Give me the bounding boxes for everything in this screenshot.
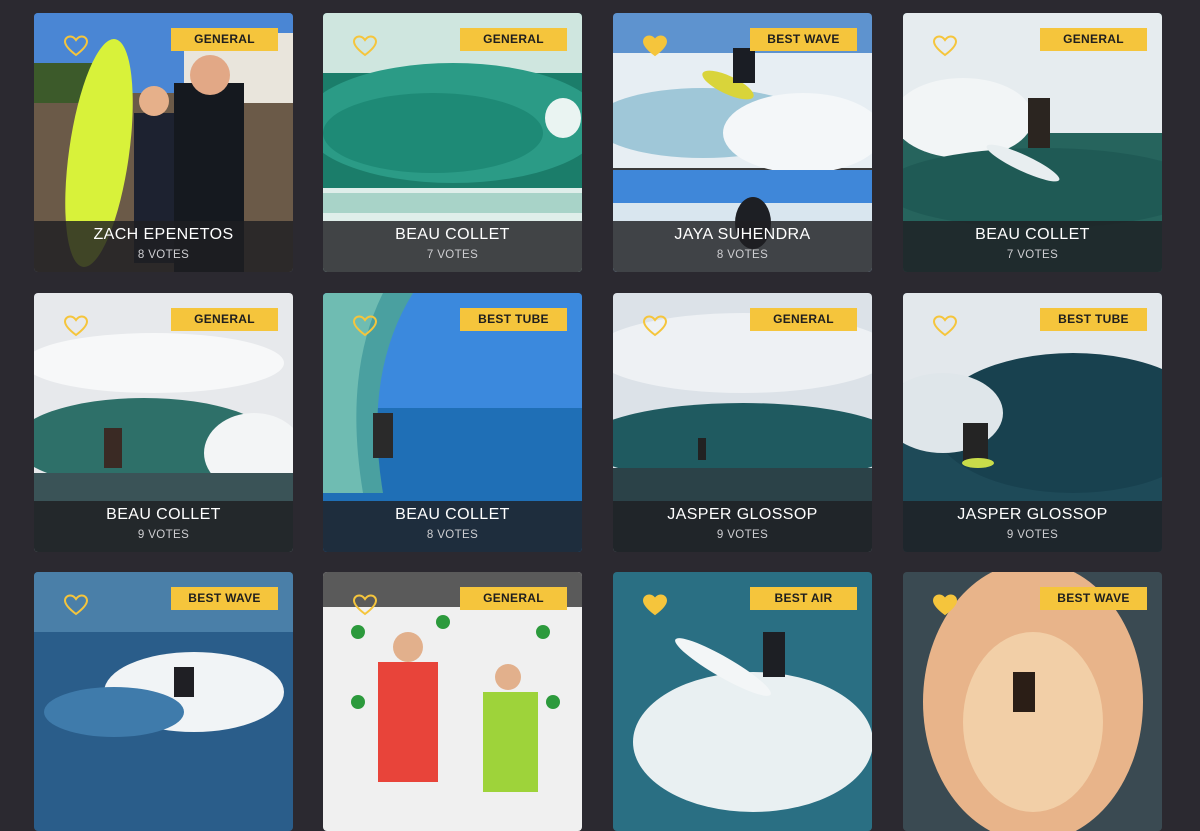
category-badge: BEST WAVE — [750, 28, 857, 51]
entry-card[interactable]: BEST TUBE JASPER GLOSSOP 9 VOTES — [903, 293, 1162, 552]
heart-icon[interactable] — [643, 594, 667, 616]
entry-card[interactable]: GENERAL BEAU COLLET 7 VOTES — [903, 13, 1162, 272]
category-badge: BEST TUBE — [1040, 308, 1147, 331]
entry-card[interactable]: BEST WAVE — [903, 572, 1162, 831]
entry-card[interactable]: GENERAL BEAU COLLET 7 VOTES — [323, 13, 582, 272]
entry-card[interactable]: BEST TUBE BEAU COLLET 8 VOTES — [323, 293, 582, 552]
vote-count: 9 VOTES — [716, 529, 769, 541]
entries-grid: GENERAL ZACH EPENETOS 8 VOTES GENERAL BE… — [0, 0, 1200, 831]
entry-caption: BEAU COLLET 9 VOTES — [34, 501, 293, 552]
vote-count: 9 VOTES — [137, 529, 190, 541]
entry-caption: BEAU COLLET 7 VOTES — [903, 221, 1162, 272]
entry-card[interactable]: GENERAL ZACH EPENETOS 8 VOTES — [34, 13, 293, 272]
heart-icon[interactable] — [353, 594, 377, 616]
surfer-name: ZACH EPENETOS — [93, 226, 234, 243]
category-badge: BEST WAVE — [171, 587, 278, 610]
surfer-name: BEAU COLLET — [106, 506, 221, 523]
heart-icon[interactable] — [933, 35, 957, 57]
heart-icon[interactable] — [64, 594, 88, 616]
surfer-name: BEAU COLLET — [395, 506, 510, 523]
category-badge: GENERAL — [460, 28, 567, 51]
surfer-name: JASPER GLOSSOP — [667, 506, 818, 523]
category-badge: GENERAL — [171, 308, 278, 331]
heart-icon[interactable] — [353, 35, 377, 57]
entry-caption: JASPER GLOSSOP 9 VOTES — [903, 501, 1162, 552]
vote-count: 7 VOTES — [426, 249, 479, 261]
entry-card[interactable]: GENERAL — [323, 572, 582, 831]
entry-card[interactable]: GENERAL JASPER GLOSSOP 9 VOTES — [613, 293, 872, 552]
category-badge: GENERAL — [750, 308, 857, 331]
category-badge: BEST WAVE — [1040, 587, 1147, 610]
heart-icon[interactable] — [933, 315, 957, 337]
surfer-name: BEAU COLLET — [975, 226, 1090, 243]
category-badge: BEST TUBE — [460, 308, 567, 331]
vote-count: 7 VOTES — [1006, 249, 1059, 261]
surfer-name: JAYA SUHENDRA — [674, 226, 811, 243]
vote-count: 8 VOTES — [716, 249, 769, 261]
entry-card[interactable]: BEST AIR — [613, 572, 872, 831]
surfer-name: BEAU COLLET — [395, 226, 510, 243]
entry-caption: BEAU COLLET 7 VOTES — [323, 221, 582, 272]
category-badge: BEST AIR — [750, 587, 857, 610]
surfer-name: JASPER GLOSSOP — [957, 506, 1108, 523]
entry-caption: BEAU COLLET 8 VOTES — [323, 501, 582, 552]
heart-icon[interactable] — [933, 594, 957, 616]
vote-count: 8 VOTES — [426, 529, 479, 541]
heart-icon[interactable] — [64, 315, 88, 337]
heart-icon[interactable] — [353, 315, 377, 337]
vote-count: 8 VOTES — [137, 249, 190, 261]
heart-icon[interactable] — [64, 35, 88, 57]
entry-card[interactable]: GENERAL BEAU COLLET 9 VOTES — [34, 293, 293, 552]
heart-icon[interactable] — [643, 35, 667, 57]
entry-caption: JAYA SUHENDRA 8 VOTES — [613, 221, 872, 272]
entry-caption: JASPER GLOSSOP 9 VOTES — [613, 501, 872, 552]
entry-card[interactable]: BEST WAVE — [34, 572, 293, 831]
entry-caption: ZACH EPENETOS 8 VOTES — [34, 221, 293, 272]
category-badge: GENERAL — [1040, 28, 1147, 51]
heart-icon[interactable] — [643, 315, 667, 337]
category-badge: GENERAL — [171, 28, 278, 51]
entry-card[interactable]: BEST WAVE JAYA SUHENDRA 8 VOTES — [613, 13, 872, 272]
vote-count: 9 VOTES — [1006, 529, 1059, 541]
category-badge: GENERAL — [460, 587, 567, 610]
